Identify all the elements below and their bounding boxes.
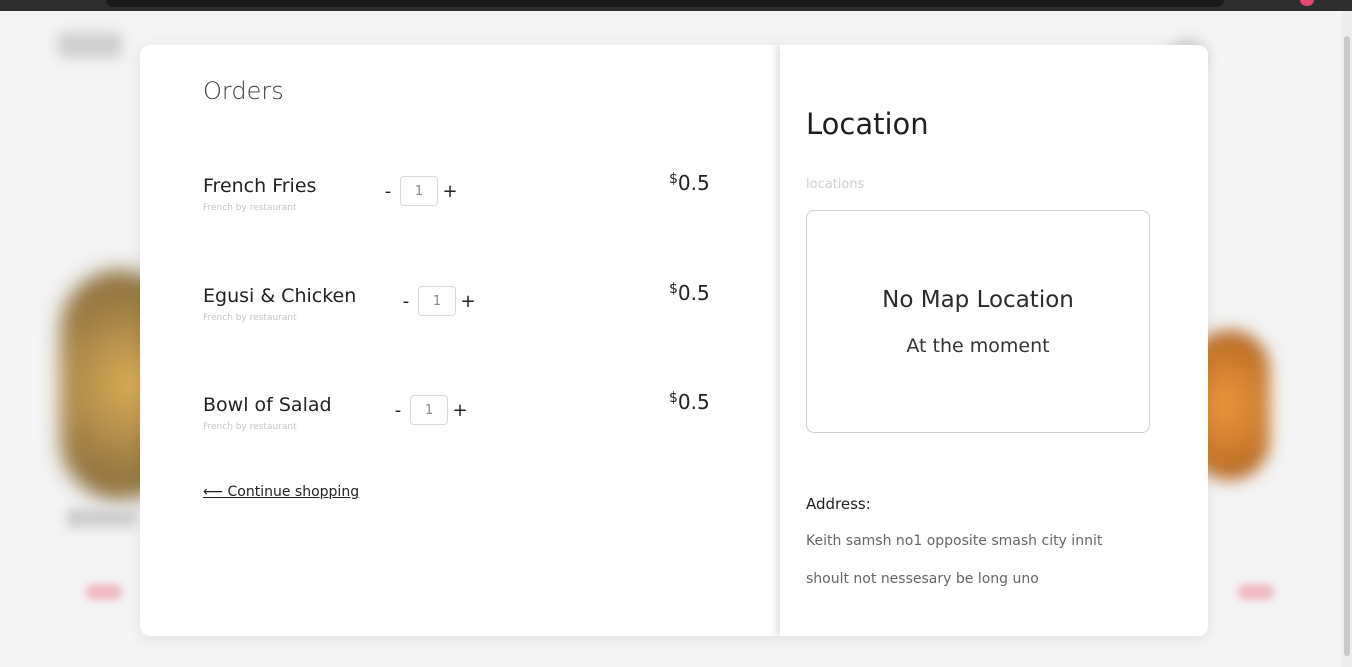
item-name: French Fries xyxy=(203,175,317,197)
location-title: Location xyxy=(806,107,929,141)
price-value: 0.5 xyxy=(677,390,710,414)
quantity-input[interactable] xyxy=(418,286,456,316)
map-placeholder: No Map Location At the moment xyxy=(806,210,1150,433)
item-subtitle: French by restaurant xyxy=(203,313,297,323)
address-line: Keith samsh no1 opposite smash city inni… xyxy=(806,533,1103,549)
item-subtitle: French by restaurant xyxy=(203,203,297,213)
item-name: Bowl of Salad xyxy=(203,394,332,416)
increment-button[interactable]: + xyxy=(459,291,477,312)
address-line: shoult not nessesary be long uno xyxy=(806,571,1039,587)
order-row: Egusi & Chicken French by restaurant - +… xyxy=(203,281,723,329)
item-subtitle: French by restaurant xyxy=(203,422,297,432)
currency-symbol: $ xyxy=(669,171,678,187)
price-value: 0.5 xyxy=(677,171,710,195)
address-label: Address: xyxy=(806,495,871,513)
quantity-stepper: - + xyxy=(389,394,469,426)
profile-badge-icon[interactable] xyxy=(1300,0,1314,6)
map-empty-title: No Map Location xyxy=(882,287,1074,313)
continue-shopping-link[interactable]: ⟵ Continue shopping xyxy=(203,484,359,500)
item-price: $0.5 xyxy=(669,171,710,195)
order-row: Bowl of Salad French by restaurant - + $… xyxy=(203,390,723,438)
background-logo xyxy=(58,32,122,58)
browser-top-bar xyxy=(0,0,1352,11)
address-bar[interactable] xyxy=(106,0,1224,7)
quantity-input[interactable] xyxy=(410,395,448,425)
background-pill-right xyxy=(1238,584,1274,600)
background-text xyxy=(66,508,136,528)
orders-panel: Orders French Fries French by restaurant… xyxy=(140,45,780,636)
map-empty-subtitle: At the moment xyxy=(906,335,1050,357)
decrement-button[interactable]: - xyxy=(397,291,415,312)
orders-title: Orders xyxy=(203,77,284,105)
cart-modal: Orders French Fries French by restaurant… xyxy=(140,45,1208,636)
background-pill xyxy=(86,584,122,600)
increment-button[interactable]: + xyxy=(441,181,459,202)
item-price: $0.5 xyxy=(669,390,710,414)
page-scrollbar[interactable] xyxy=(1342,11,1352,667)
item-name: Egusi & Chicken xyxy=(203,285,357,307)
order-row: French Fries French by restaurant - + $0… xyxy=(203,171,723,219)
quantity-input[interactable] xyxy=(400,176,438,206)
location-panel: Location locations No Map Location At th… xyxy=(780,45,1208,636)
locations-label: locations xyxy=(806,177,865,192)
scrollbar-thumb[interactable] xyxy=(1344,36,1350,656)
currency-symbol: $ xyxy=(669,390,678,406)
currency-symbol: $ xyxy=(669,281,678,297)
quantity-stepper: - + xyxy=(397,285,477,317)
item-price: $0.5 xyxy=(669,281,710,305)
decrement-button[interactable]: - xyxy=(379,181,397,202)
increment-button[interactable]: + xyxy=(451,400,469,421)
decrement-button[interactable]: - xyxy=(389,400,407,421)
price-value: 0.5 xyxy=(677,281,710,305)
quantity-stepper: - + xyxy=(379,175,459,207)
